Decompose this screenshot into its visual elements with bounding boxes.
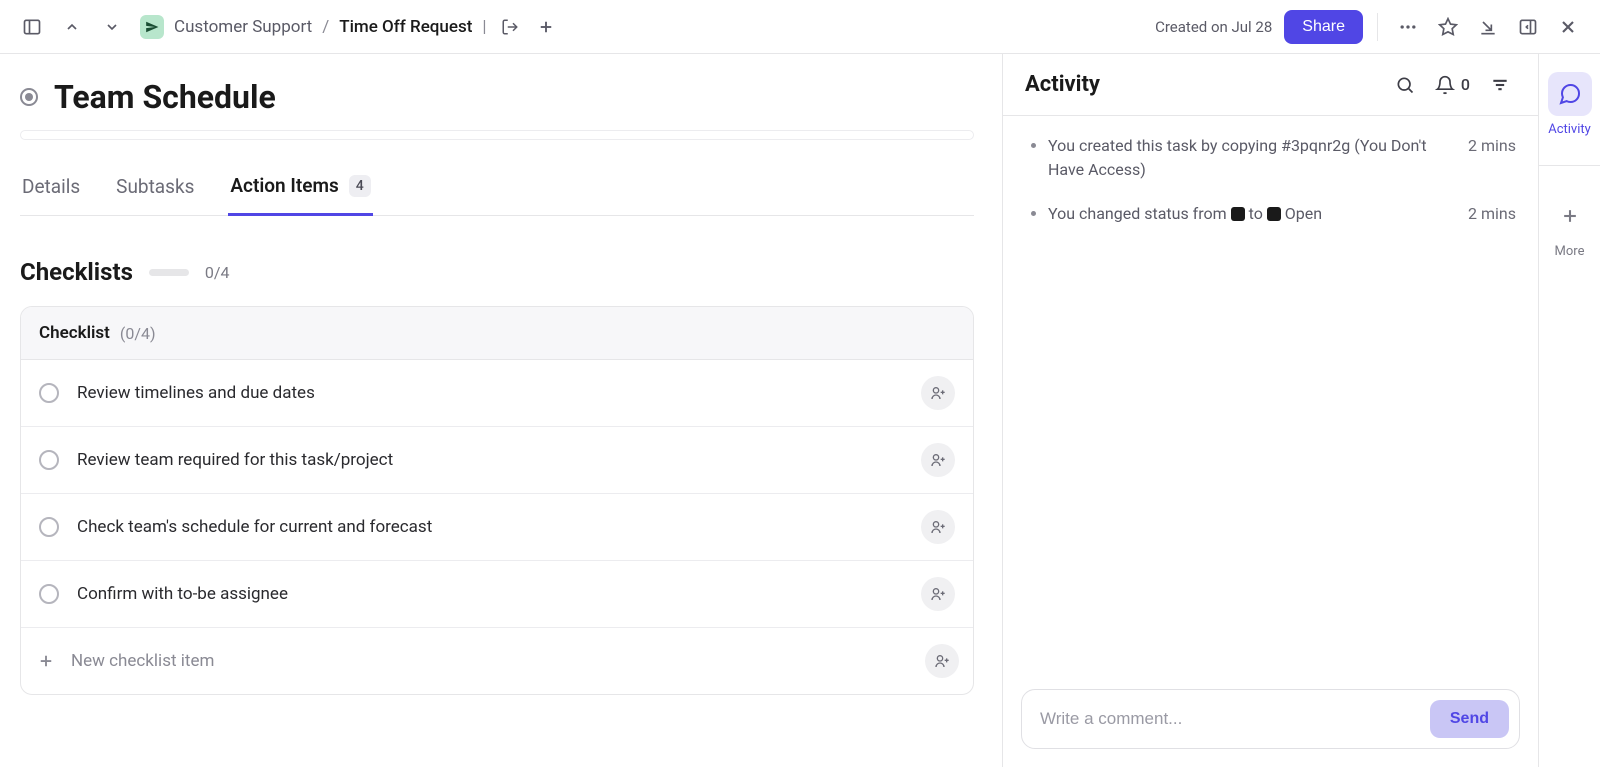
tab-details[interactable]: Details bbox=[20, 175, 82, 214]
favorite-icon[interactable] bbox=[1432, 11, 1464, 43]
assign-user-icon[interactable] bbox=[921, 577, 955, 611]
checklist-item[interactable]: Check team's schedule for current and fo… bbox=[21, 494, 973, 561]
checklist-checkbox[interactable] bbox=[39, 517, 59, 537]
checklist-card-header[interactable]: Checklist (0/4) bbox=[21, 307, 973, 360]
topbar-divider bbox=[1377, 13, 1378, 41]
search-icon[interactable] bbox=[1389, 69, 1421, 101]
breadcrumb-separator: / bbox=[322, 17, 329, 37]
checklist-card: Checklist (0/4) Review timelines and due… bbox=[20, 306, 974, 695]
comment-input[interactable] bbox=[1040, 709, 1420, 729]
activity-entry-time: 2 mins bbox=[1468, 134, 1516, 182]
assign-user-icon[interactable] bbox=[921, 443, 955, 477]
checklist-checkbox[interactable] bbox=[39, 450, 59, 470]
topbar: Customer Support / Time Off Request | Cr… bbox=[0, 0, 1600, 54]
status-swatch-from bbox=[1231, 207, 1245, 221]
checklist-card-count: (0/4) bbox=[120, 324, 156, 343]
checklist-checkbox[interactable] bbox=[39, 584, 59, 604]
close-icon[interactable] bbox=[1552, 11, 1584, 43]
activity-header: Activity 0 bbox=[1003, 54, 1538, 116]
rail-activity-label: Activity bbox=[1548, 122, 1591, 137]
tab-action-items-label: Action Items bbox=[230, 174, 338, 197]
checklist-item[interactable]: Review team required for this task/proje… bbox=[21, 427, 973, 494]
checklist-item[interactable]: Review timelines and due dates bbox=[21, 360, 973, 427]
move-task-icon[interactable] bbox=[497, 14, 523, 40]
sidebar-toggle-icon[interactable] bbox=[16, 11, 48, 43]
checklist-item-text: Review team required for this task/proje… bbox=[77, 450, 903, 470]
checklist-item-text: Confirm with to-be assignee bbox=[77, 584, 903, 604]
send-button[interactable]: Send bbox=[1430, 700, 1509, 738]
notifications-count: 0 bbox=[1461, 75, 1470, 94]
add-breadcrumb-icon[interactable] bbox=[533, 14, 559, 40]
right-rail: Activity More bbox=[1538, 54, 1600, 767]
breadcrumb-divider: | bbox=[482, 17, 486, 37]
prev-task-icon[interactable] bbox=[56, 11, 88, 43]
checklist-checkbox[interactable] bbox=[39, 383, 59, 403]
collapse-down-icon[interactable] bbox=[1472, 11, 1504, 43]
bullet-icon bbox=[1031, 143, 1036, 148]
more-menu-icon[interactable] bbox=[1392, 11, 1424, 43]
checklists-progress-count: 0/4 bbox=[205, 263, 230, 282]
checklist-item-text: Check team's schedule for current and fo… bbox=[77, 517, 903, 537]
tab-action-items[interactable]: Action Items 4 bbox=[228, 174, 372, 216]
comment-box: Send bbox=[1021, 689, 1520, 749]
bullet-icon bbox=[1031, 211, 1036, 216]
activity-entry: You changed status from to Open 2 mins bbox=[1025, 202, 1516, 226]
created-on-text: Created on Jul 28 bbox=[1155, 18, 1272, 36]
breadcrumb: Customer Support / Time Off Request | bbox=[140, 14, 559, 40]
chat-icon bbox=[1548, 72, 1592, 116]
activity-entry-text: You created this task by copying #3pqnr2… bbox=[1048, 134, 1456, 182]
activity-entry-time: 2 mins bbox=[1468, 202, 1516, 226]
expand-panel-icon[interactable] bbox=[1512, 11, 1544, 43]
notifications-button[interactable]: 0 bbox=[1435, 75, 1470, 95]
collapsed-fields-box[interactable] bbox=[20, 130, 974, 140]
rail-more-button[interactable]: More bbox=[1548, 194, 1592, 259]
new-checklist-item-placeholder: New checklist item bbox=[71, 651, 214, 671]
tab-subtasks[interactable]: Subtasks bbox=[114, 175, 196, 214]
breadcrumb-current[interactable]: Time Off Request bbox=[339, 17, 472, 37]
checklists-section-title: Checklists bbox=[20, 258, 133, 286]
tab-action-items-count: 4 bbox=[349, 175, 371, 197]
status-indicator-icon[interactable] bbox=[20, 88, 38, 106]
activity-entry-text: You changed status from to Open bbox=[1048, 202, 1456, 226]
share-button[interactable]: Share bbox=[1284, 10, 1363, 44]
breadcrumb-parent[interactable]: Customer Support bbox=[174, 17, 312, 37]
plus-icon bbox=[35, 652, 57, 670]
assign-user-icon[interactable] bbox=[921, 510, 955, 544]
checklist-item-text: Review timelines and due dates bbox=[77, 383, 903, 403]
activity-feed: You created this task by copying #3pqnr2… bbox=[1003, 116, 1538, 675]
new-checklist-item-row[interactable]: New checklist item bbox=[21, 628, 973, 694]
activity-title: Activity bbox=[1025, 72, 1375, 97]
tabs: Details Subtasks Action Items 4 bbox=[20, 174, 974, 216]
assign-user-icon[interactable] bbox=[925, 644, 959, 678]
checklists-progress-bar bbox=[149, 269, 189, 276]
rail-activity-button[interactable]: Activity bbox=[1548, 72, 1592, 137]
rail-more-label: More bbox=[1555, 244, 1585, 259]
activity-entry: You created this task by copying #3pqnr2… bbox=[1025, 134, 1516, 182]
space-icon[interactable] bbox=[140, 15, 164, 39]
assign-user-icon[interactable] bbox=[921, 376, 955, 410]
plus-icon bbox=[1548, 194, 1592, 238]
checklist-item[interactable]: Confirm with to-be assignee bbox=[21, 561, 973, 628]
status-swatch-to bbox=[1267, 207, 1281, 221]
activity-panel: Activity 0 You created this task by copy… bbox=[1002, 54, 1538, 767]
filter-icon[interactable] bbox=[1484, 69, 1516, 101]
main-panel: Team Schedule Details Subtasks Action It… bbox=[0, 54, 1002, 767]
next-task-icon[interactable] bbox=[96, 11, 128, 43]
checklist-card-title: Checklist bbox=[39, 323, 110, 343]
task-title[interactable]: Team Schedule bbox=[54, 78, 276, 116]
